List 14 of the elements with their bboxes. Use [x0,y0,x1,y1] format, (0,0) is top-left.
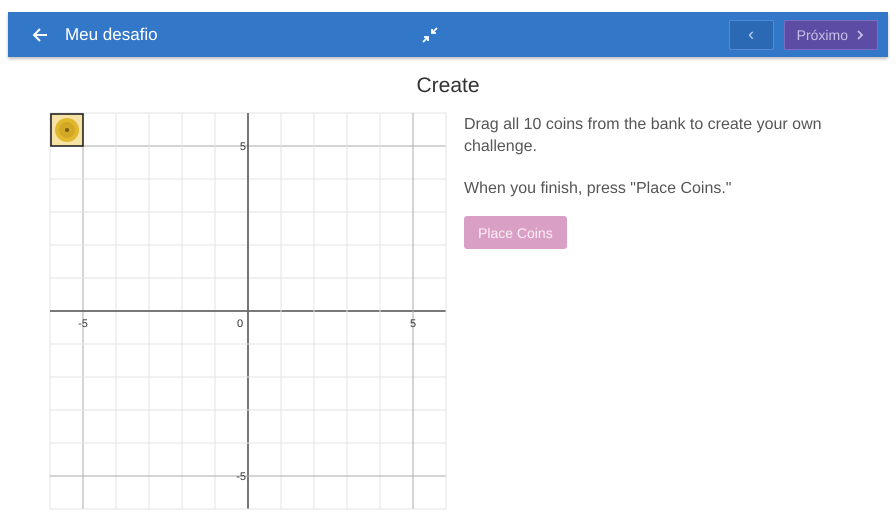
axis-label: 5 [240,141,246,153]
axis-label: -5 [236,471,246,483]
coin-bank[interactable] [50,113,84,147]
page-title: Create [416,74,480,97]
activity-title: Meu desafio [65,24,158,44]
axis-label: -5 [78,318,88,330]
instruction-text: When you finish, press "Place Coins." [464,179,732,199]
back-arrow-icon[interactable] [32,26,48,42]
axis-label: 0 [236,318,244,330]
collapse-icon[interactable] [422,26,438,42]
chevron-right-icon [856,30,865,40]
axis-label: 5 [410,318,416,330]
coordinate-grid[interactable]: -5 0 5 5 -5 [50,113,446,509]
instruction-text: Drag all 10 coins from the bank to create your own challenge. [464,115,823,157]
